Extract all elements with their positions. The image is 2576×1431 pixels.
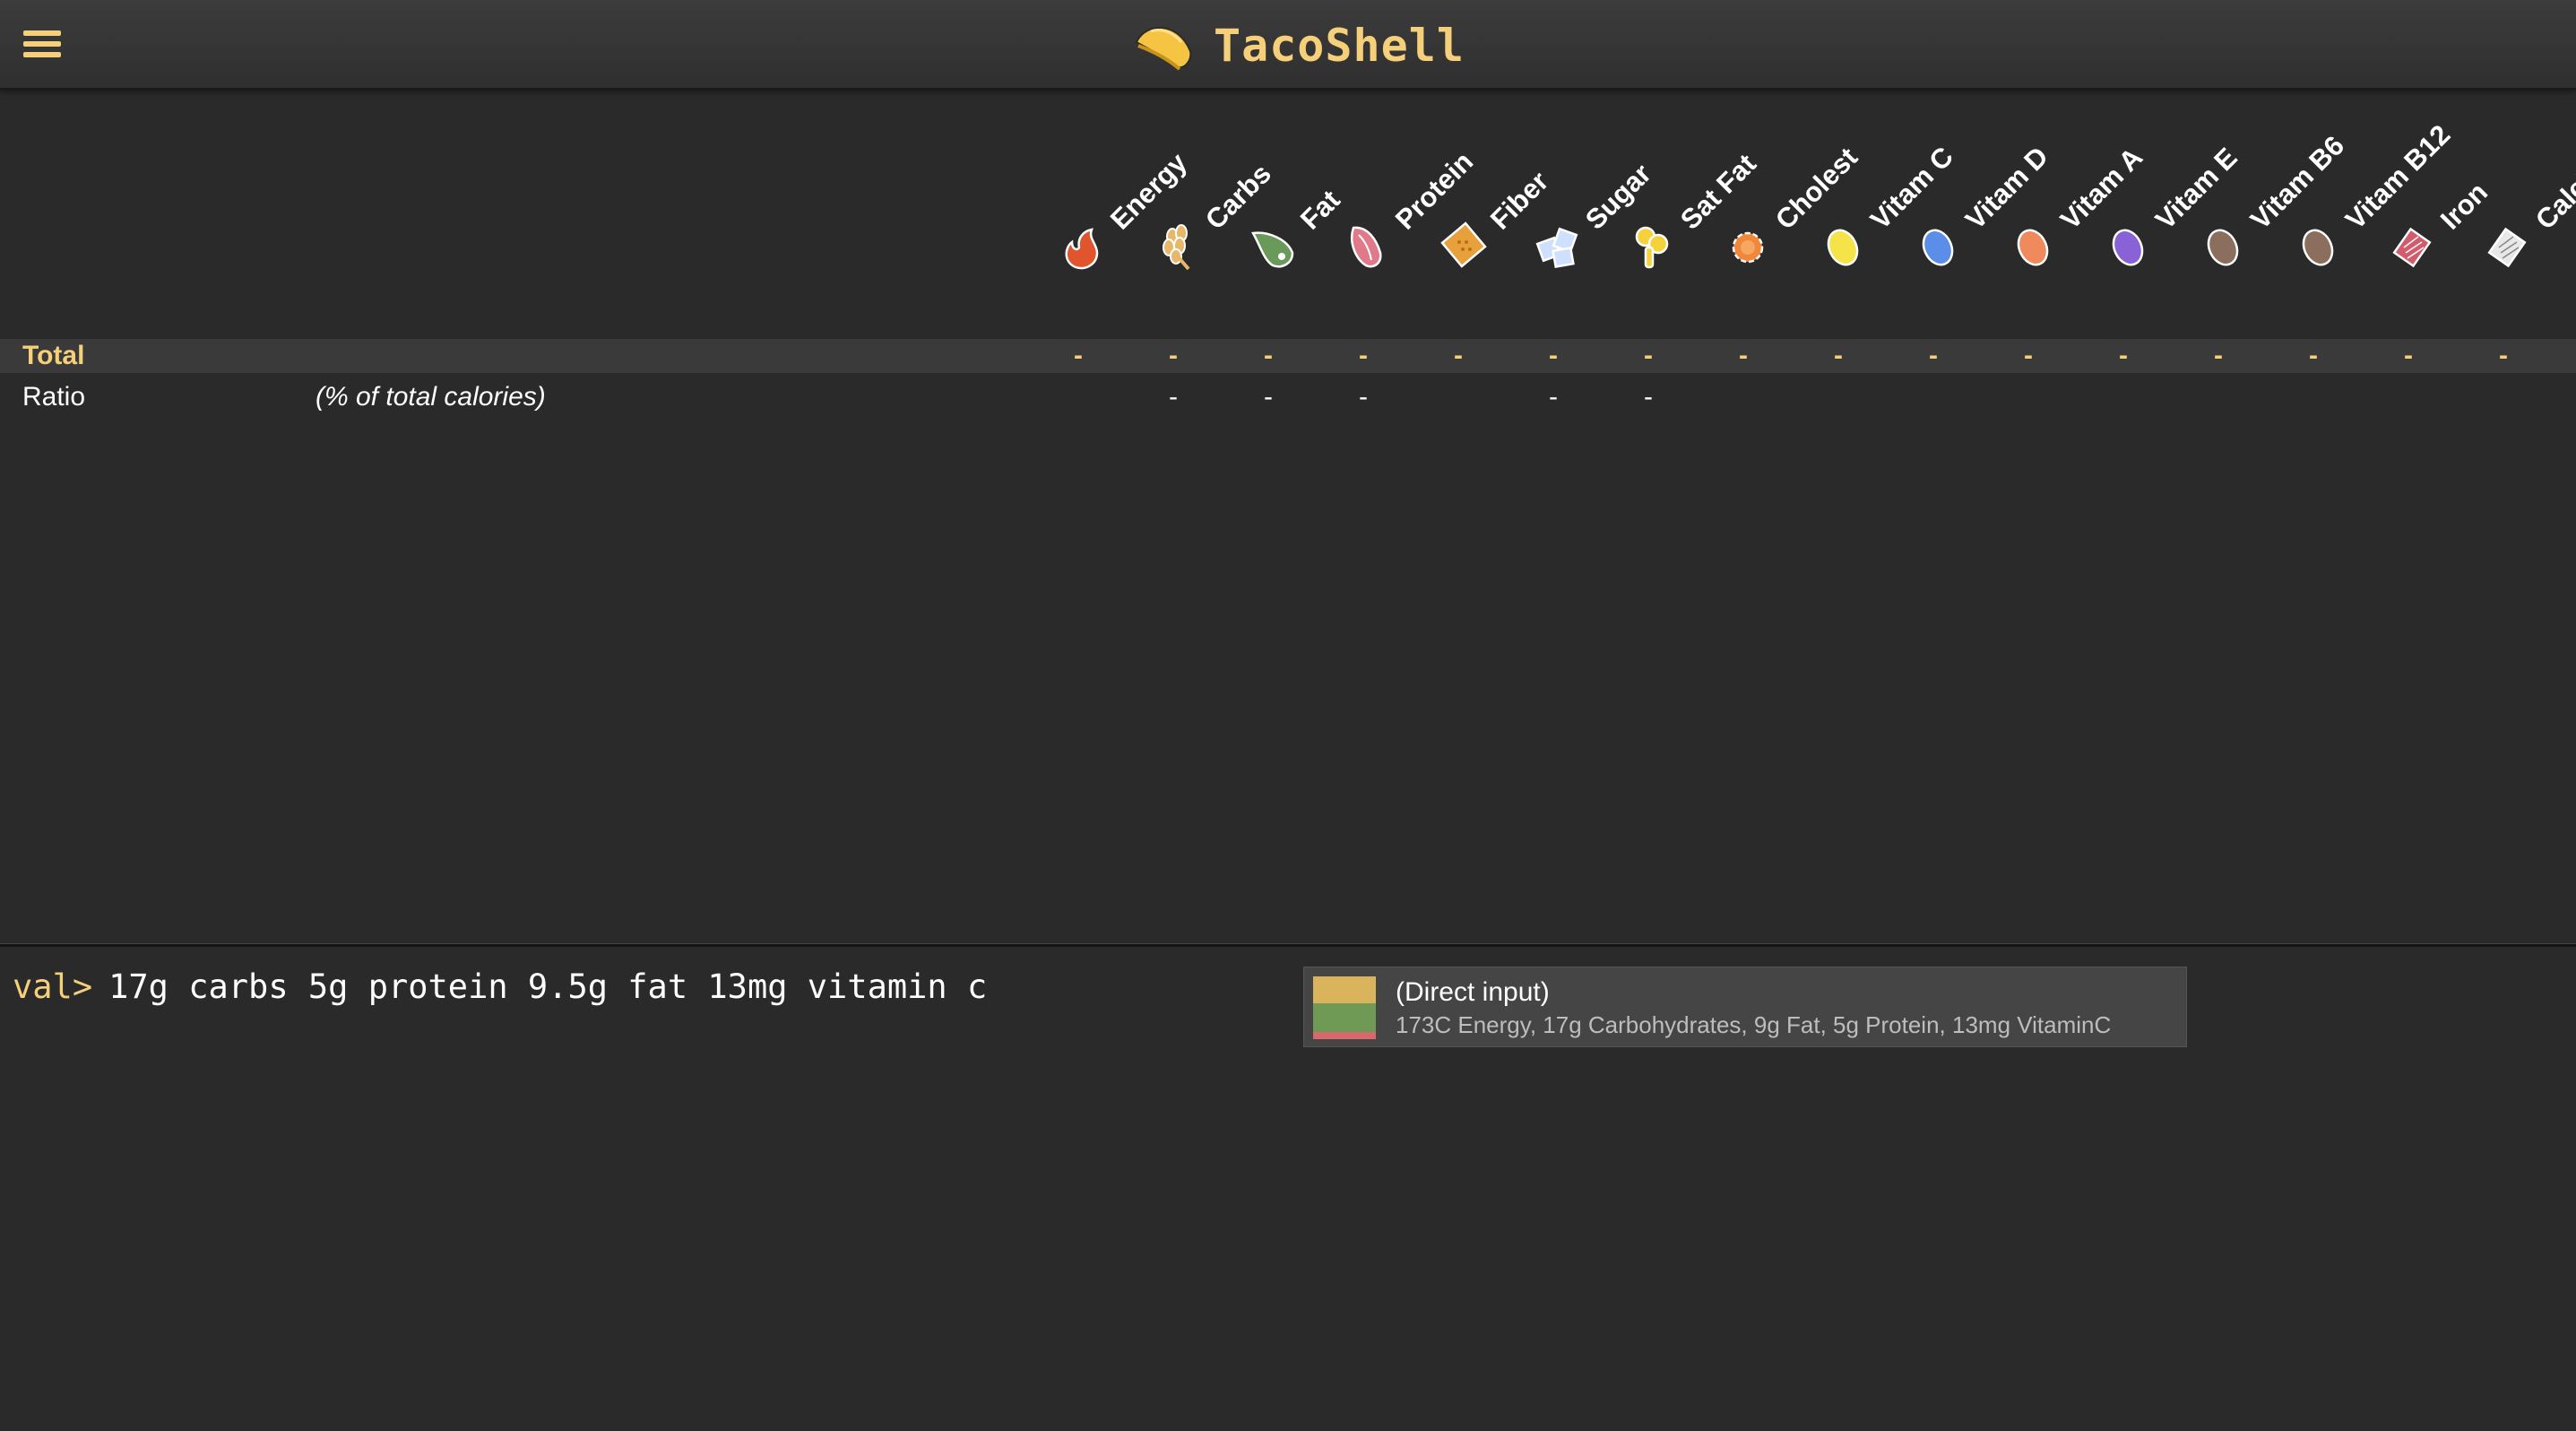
orange-pill-icon <box>2017 229 2049 266</box>
nutrient-column-calci[interactable]: Calci <box>2481 90 2576 287</box>
nutrient-column-iron[interactable]: Iron <box>2386 90 2494 287</box>
panel-divider[interactable] <box>0 943 2576 947</box>
total-cell: - <box>2404 341 2413 370</box>
nutrient-header-label: Calci <box>2529 166 2576 236</box>
total-cell: - <box>1929 341 1938 370</box>
nutrient-column-carbs[interactable]: Carbs <box>1151 90 1277 287</box>
swatch-fat <box>1313 1032 1376 1039</box>
purple-pill-icon <box>2112 229 2144 266</box>
ratio-cell: - <box>1549 382 1558 412</box>
total-row-label: Total <box>22 341 85 370</box>
nutrient-column-vitam-d[interactable]: Vitam D <box>1911 90 2054 287</box>
blue-pill-icon <box>1922 229 1954 266</box>
result-title: (Direct input) <box>1396 977 1550 1007</box>
total-cell: - <box>1074 341 1083 370</box>
taco-icon <box>1135 27 1192 71</box>
app-title: TacoShell <box>1214 20 1465 72</box>
nutrient-column-vitam-a[interactable]: Vitam A <box>2006 90 2148 287</box>
direct-input-result-card[interactable]: (Direct input) 173C Energy, 17g Carbohyd… <box>1303 967 2187 1047</box>
nutrient-column-fiber[interactable]: Fiber <box>1436 90 1554 287</box>
swatch-carbs <box>1313 976 1376 1003</box>
ratio-cell: - <box>1359 382 1368 412</box>
nutrient-column-vitam-c[interactable]: Vitam C <box>1816 90 1959 287</box>
ratio-note: (% of total calories) <box>316 382 546 412</box>
brown-pill-icon <box>2207 229 2239 266</box>
nutrient-column-fat[interactable]: Fat <box>1246 90 1346 287</box>
nutrient-header-label: Fat <box>1294 184 1346 236</box>
butter-icon <box>1635 226 1669 269</box>
ratio-cell: - <box>1264 382 1273 412</box>
sugar-cubes-icon <box>1535 227 1578 269</box>
swatch-protein <box>1313 1003 1376 1032</box>
total-cell: - <box>1359 341 1368 370</box>
brown-pill-icon <box>2302 229 2334 266</box>
nutrient-column-sat-fat[interactable]: Sat Fat <box>1626 90 1762 287</box>
cracker-icon <box>1440 221 1487 268</box>
hamburger-icon <box>23 41 61 47</box>
flame-icon <box>1065 228 1099 270</box>
total-cell: - <box>1739 341 1748 370</box>
console-input[interactable]: 17g carbs 5g protein 9.5g fat 13mg vitam… <box>108 967 987 1006</box>
nutrient-swatch-icon <box>1313 976 1376 1039</box>
meat-icon <box>1351 226 1382 268</box>
total-cell: - <box>2119 341 2128 370</box>
nutrient-column-vitam-b12[interactable]: Vitam B12 <box>2291 90 2456 287</box>
total-cell: - <box>2499 341 2508 370</box>
nutrient-column-cholest[interactable]: Cholest <box>1721 90 1863 287</box>
total-cell: - <box>2309 341 2318 370</box>
ratio-cell: - <box>1644 382 1653 412</box>
ratio-cell: - <box>1169 382 1178 412</box>
total-cell: - <box>1169 341 1178 370</box>
calcium-tablet-icon <box>2487 227 2527 268</box>
hamburger-icon <box>23 52 61 57</box>
console-prompt: val> <box>13 967 93 1006</box>
nutrient-column-energy[interactable]: Energy <box>1056 90 1193 287</box>
total-cell: - <box>1834 341 1843 370</box>
total-cell: - <box>1454 341 1463 370</box>
nutrient-column-sugar[interactable]: Sugar <box>1531 90 1657 287</box>
app-header: TacoShell <box>0 0 2576 90</box>
hamburger-menu-button[interactable] <box>23 30 61 63</box>
hamburger-icon <box>23 30 61 36</box>
nutrient-column-vitam-e[interactable]: Vitam E <box>2101 90 2243 287</box>
ratio-row-label: Ratio <box>22 382 86 412</box>
nutrient-column-vitam-b6[interactable]: Vitam B6 <box>2196 90 2350 287</box>
total-cell: - <box>2024 341 2033 370</box>
app-brand: TacoShell <box>1129 16 1465 75</box>
wheat-icon <box>1163 224 1190 271</box>
egg-yolk-icon <box>1732 231 1764 264</box>
console-input-line[interactable]: val> 17g carbs 5g protein 9.5g fat 13mg v… <box>13 965 987 1010</box>
total-cell: - <box>1264 341 1273 370</box>
total-cell: - <box>1549 341 1558 370</box>
total-cell: - <box>2214 341 2223 370</box>
oil-drop-icon <box>1250 231 1294 268</box>
total-cell: - <box>1644 341 1653 370</box>
yellow-pill-icon <box>1827 229 1859 266</box>
result-summary: 173C Energy, 17g Carbohydrates, 9g Fat, … <box>1396 1011 2112 1038</box>
nutrient-column-protein[interactable]: Protein <box>1341 90 1479 287</box>
iron-tablet-icon <box>2392 227 2432 268</box>
